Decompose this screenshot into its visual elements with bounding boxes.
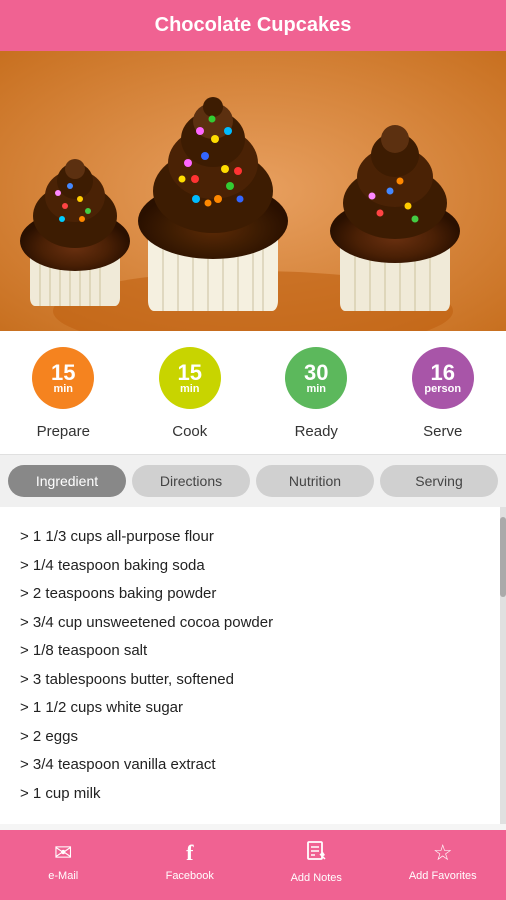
list-item: > 2 eggs — [20, 723, 486, 752]
scroll-thumb — [500, 517, 506, 597]
facebook-icon: f — [186, 840, 193, 866]
facebook-label: Facebook — [166, 870, 214, 882]
prepare-value: 15 — [51, 362, 75, 384]
list-item: > 1/8 teaspoon salt — [20, 637, 486, 666]
notes-icon — [305, 840, 327, 868]
list-item: > 1 cup milk — [20, 780, 486, 809]
favorites-icon: ☆ — [433, 840, 453, 866]
cupcake-illustration — [0, 51, 506, 331]
serve-unit: person — [424, 384, 461, 395]
serve-circle: 16 person — [412, 347, 474, 409]
hero-image — [0, 51, 506, 331]
serve-value: 16 — [431, 362, 455, 384]
bottom-toolbar: ✉ e-Mail f Facebook Add Notes ☆ Add Favo… — [0, 830, 506, 900]
list-item: > 1/4 teaspoon baking soda — [20, 552, 486, 581]
labels-row: Prepare Cook Ready Serve — [0, 417, 506, 455]
tab-serving[interactable]: Serving — [380, 465, 498, 497]
prepare-circle: 15 min — [32, 347, 94, 409]
ingredients-list: > 1 1/3 cups all-purpose flour> 1/4 teas… — [20, 523, 486, 808]
list-item: > 3/4 cup unsweetened cocoa powder — [20, 609, 486, 638]
ingredient-content: > 1 1/3 cups all-purpose flour> 1/4 teas… — [0, 507, 506, 824]
ready-value: 30 — [304, 362, 328, 384]
page-header: Chocolate Cupcakes — [0, 0, 506, 51]
list-item: > 1 1/3 cups all-purpose flour — [20, 523, 486, 552]
label-serve: Serve — [380, 423, 506, 440]
add-notes-button[interactable]: Add Notes — [253, 840, 380, 892]
stats-row: 15 min 15 min 30 min 16 person — [0, 331, 506, 417]
stat-ready: 30 min — [285, 347, 347, 409]
cook-circle: 15 min — [159, 347, 221, 409]
cook-value: 15 — [178, 362, 202, 384]
email-icon: ✉ — [54, 840, 72, 866]
label-cook: Cook — [127, 423, 254, 440]
tabs-row: Ingredient Directions Nutrition Serving — [0, 455, 506, 507]
email-label: e-Mail — [48, 870, 78, 882]
list-item: > 3 tablespoons butter, softened — [20, 666, 486, 695]
list-item: > 2 teaspoons baking powder — [20, 580, 486, 609]
ready-unit: min — [306, 384, 326, 395]
cook-unit: min — [180, 384, 200, 395]
tab-ingredient[interactable]: Ingredient — [8, 465, 126, 497]
add-favorites-button[interactable]: ☆ Add Favorites — [380, 840, 506, 892]
prepare-unit: min — [53, 384, 73, 395]
favorites-label: Add Favorites — [409, 870, 477, 882]
stat-prepare: 15 min — [32, 347, 94, 409]
stat-cook: 15 min — [159, 347, 221, 409]
email-button[interactable]: ✉ e-Mail — [0, 840, 127, 892]
label-ready: Ready — [253, 423, 380, 440]
list-item: > 1 1/2 cups white sugar — [20, 694, 486, 723]
ready-circle: 30 min — [285, 347, 347, 409]
facebook-button[interactable]: f Facebook — [127, 840, 254, 892]
page-title: Chocolate Cupcakes — [155, 14, 352, 36]
list-item: > 3/4 teaspoon vanilla extract — [20, 751, 486, 780]
tab-directions[interactable]: Directions — [132, 465, 250, 497]
label-prepare: Prepare — [0, 423, 127, 440]
stat-serve: 16 person — [412, 347, 474, 409]
scroll-indicator — [500, 507, 506, 824]
notes-label: Add Notes — [291, 872, 342, 884]
tab-nutrition[interactable]: Nutrition — [256, 465, 374, 497]
